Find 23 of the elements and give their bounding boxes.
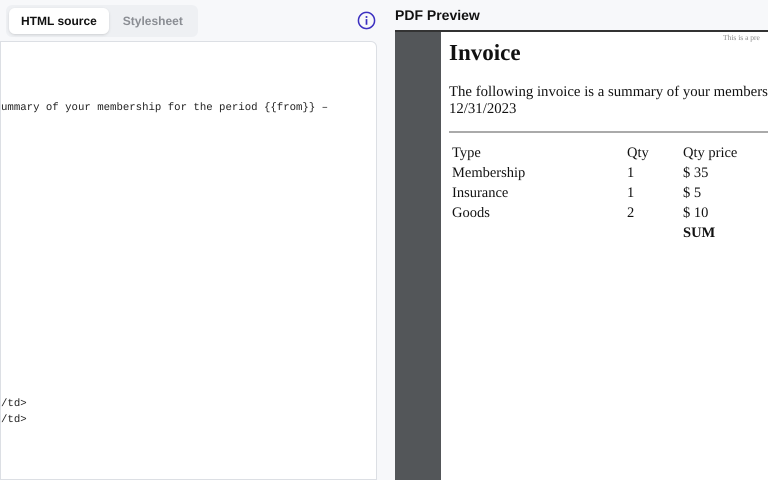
table-cell-text: Goods xyxy=(452,204,491,223)
table-cell-text: 1 xyxy=(627,164,636,183)
table-cell-text: $ 5 xyxy=(683,184,702,203)
table-cell-text: $ 10 xyxy=(683,204,710,223)
table-cell-text: Insurance xyxy=(452,184,510,203)
column-header: Qty price xyxy=(683,144,738,163)
total-label: SUM xyxy=(683,224,716,243)
code-editor[interactable]: ummary of your membership for the period {{from}} – /td> /td> xyxy=(0,41,377,480)
editor-tab[interactable]: HTML source xyxy=(9,8,109,34)
table-cell-text: 1 xyxy=(627,184,636,203)
code-line: /td> xyxy=(1,397,27,412)
column-header: Type xyxy=(452,144,482,163)
intro-text: 12/31/2023 xyxy=(449,101,516,118)
column-header: Qty xyxy=(627,144,650,163)
info-icon[interactable] xyxy=(357,11,376,30)
table-cell-text: Membership xyxy=(452,164,526,183)
table-cell-text: 2 xyxy=(627,204,636,223)
preview-title: PDF Preview xyxy=(395,6,480,24)
intro-text: The following invoice is a summary of your members xyxy=(449,84,768,101)
code-line: /td> xyxy=(1,413,27,428)
table-cell-text: $ 35 xyxy=(683,164,710,183)
code-line: ummary of your membership for the period {{from}} – xyxy=(1,101,328,116)
invoice-heading: Invoice xyxy=(449,40,522,66)
